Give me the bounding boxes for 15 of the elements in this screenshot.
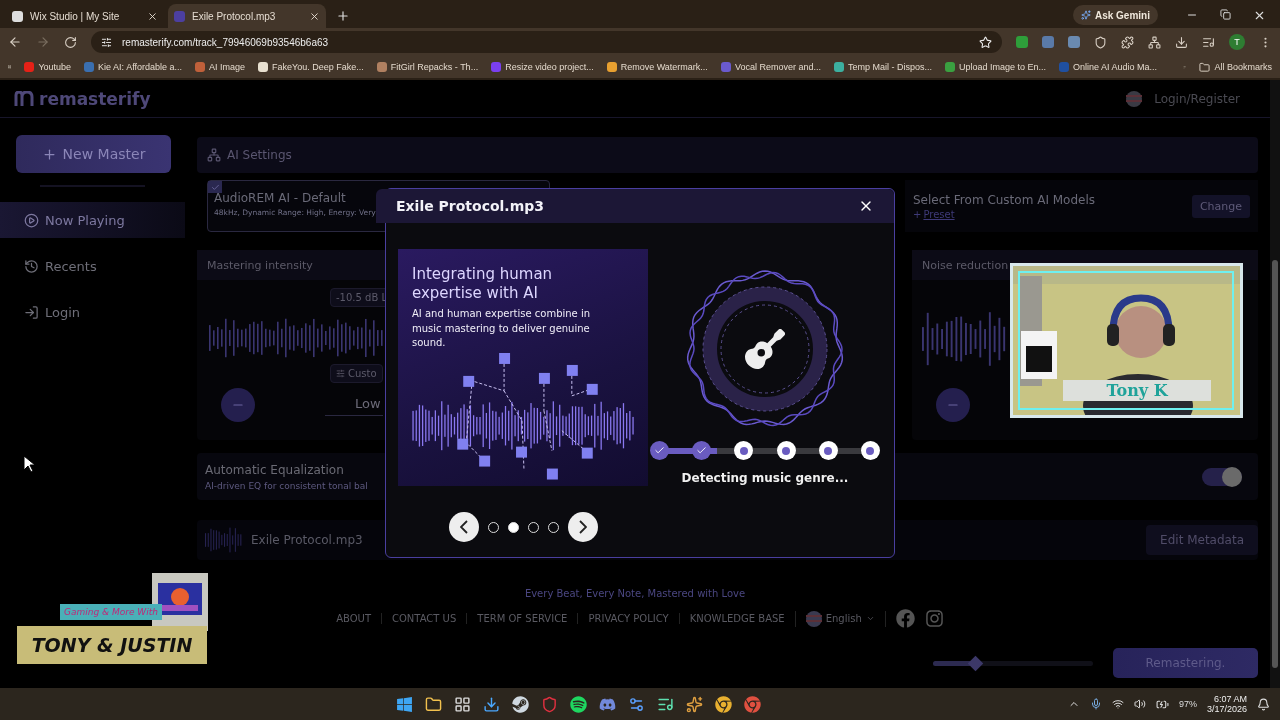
slide-body: AI and human expertise combine in music mastering to deliver genuine sound. [412,307,592,350]
battery-percent: 97% [1178,699,1197,709]
preset-title: AudioREM AI - Default [214,191,347,205]
stream-tagline: Gaming & More With [60,604,162,620]
custom-models-title: Select From Custom AI Models [913,192,1096,207]
section-title: AI Settings [227,148,292,162]
plus-sign: + [913,208,922,220]
status-text: Detecting music genre... [681,471,849,485]
webcam-name: Tony K [1063,380,1211,401]
tagline: Every Beat, Every Note, Mastered with Love [524,588,746,599]
modal-title: Exile Protocol.mp3 [396,198,545,214]
file-name: Exile Protocol.mp3 [251,533,364,547]
stream-title: TONY & JUSTIN [17,626,207,664]
intensity-value: Low [325,396,383,416]
logo-text: remasterify [39,88,151,109]
